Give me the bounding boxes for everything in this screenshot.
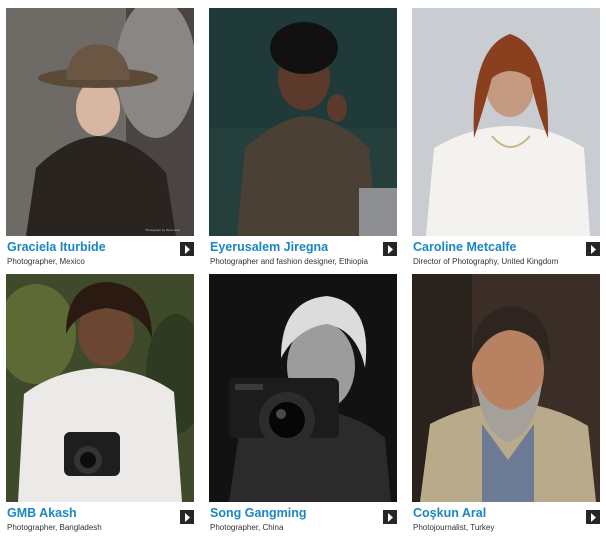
person-name[interactable]: Eyerusalem Jiregna bbox=[210, 240, 328, 254]
person-name[interactable]: Song Gangming bbox=[210, 506, 307, 520]
chevron-right-icon[interactable] bbox=[180, 510, 194, 524]
chevron-right-icon[interactable] bbox=[383, 242, 397, 256]
portrait-photo[interactable]: Photograph by Rene Arau bbox=[6, 8, 194, 236]
person-name[interactable]: Caroline Metcalfe bbox=[413, 240, 517, 254]
person-role: Photographer and fashion designer, Ethio… bbox=[210, 257, 368, 266]
person-role: Photographer, Mexico bbox=[7, 257, 85, 266]
photo-credit: Photograph by Rene Arau bbox=[145, 228, 180, 232]
card-gmb-akash[interactable]: GMB Akash Photographer, Bangladesh bbox=[6, 274, 194, 536]
jury-grid: Photograph by Rene Arau Graciela Iturbid… bbox=[0, 0, 606, 543]
chevron-right-icon[interactable] bbox=[180, 242, 194, 256]
person-role: Photographer, China bbox=[210, 523, 284, 532]
portrait-photo[interactable] bbox=[209, 274, 397, 502]
chevron-right-icon[interactable] bbox=[383, 510, 397, 524]
card-song-gangming[interactable]: Song Gangming Photographer, China bbox=[209, 274, 397, 536]
person-name[interactable]: Coşkun Aral bbox=[413, 506, 486, 520]
person-name[interactable]: Graciela Iturbide bbox=[7, 240, 106, 254]
chevron-right-icon[interactable] bbox=[586, 242, 600, 256]
card-eyerusalem-jiregna[interactable]: Eyerusalem Jiregna Photographer and fash… bbox=[209, 8, 397, 270]
person-role: Photographer, Bangladesh bbox=[7, 523, 102, 532]
card-coskun-aral[interactable]: Coşkun Aral Photojournalist, Turkey bbox=[412, 274, 600, 536]
portrait-photo[interactable] bbox=[412, 8, 600, 236]
portrait-photo[interactable] bbox=[6, 274, 194, 502]
portrait-photo[interactable] bbox=[209, 8, 397, 236]
chevron-right-icon[interactable] bbox=[586, 510, 600, 524]
portrait-photo[interactable] bbox=[412, 274, 600, 502]
card-graciela-iturbide[interactable]: Photograph by Rene Arau Graciela Iturbid… bbox=[6, 8, 194, 270]
person-name[interactable]: GMB Akash bbox=[7, 506, 77, 520]
person-role: Photojournalist, Turkey bbox=[413, 523, 495, 532]
card-caroline-metcalfe[interactable]: Caroline Metcalfe Director of Photograph… bbox=[412, 8, 600, 270]
person-role: Director of Photography, United Kingdom bbox=[413, 257, 559, 266]
